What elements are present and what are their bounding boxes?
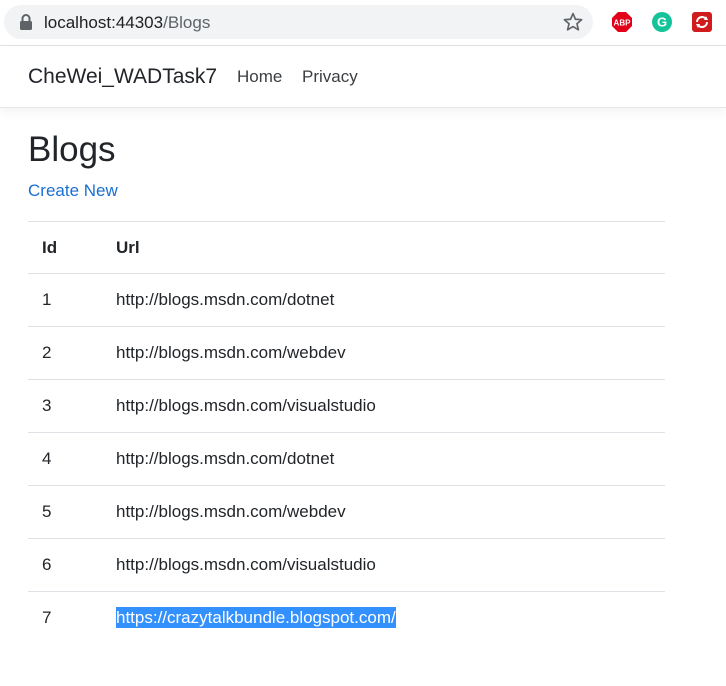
address-bar[interactable]: localhost:44303/Blogs (4, 5, 593, 39)
url-host: localhost:44303 (44, 13, 164, 32)
table-row: 3 http://blogs.msdn.com/visualstudio (28, 379, 665, 433)
table-header-row: Id Url (28, 221, 665, 274)
cell-url: http://blogs.msdn.com/visualstudio (102, 538, 665, 592)
browser-toolbar: localhost:44303/Blogs ABP G (0, 0, 726, 46)
nav-link-home[interactable]: Home (237, 67, 282, 87)
url-path: /Blogs (163, 13, 211, 32)
url-text[interactable]: localhost:44303/Blogs (44, 13, 210, 33)
table-row: 2 http://blogs.msdn.com/webdev (28, 326, 665, 380)
cell-url: http://blogs.msdn.com/dotnet (102, 432, 665, 486)
create-new-link[interactable]: Create New (28, 181, 118, 201)
cell-id: 2 (28, 326, 102, 380)
table-row: 1 http://blogs.msdn.com/dotnet (28, 273, 665, 327)
grammarly-extension-icon[interactable]: G (651, 11, 673, 33)
abp-extension-icon[interactable]: ABP (611, 11, 633, 33)
column-header-url: Url (102, 221, 665, 274)
abp-label: ABP (614, 19, 632, 28)
cell-url: http://blogs.msdn.com/visualstudio (102, 379, 665, 433)
cell-id: 1 (28, 273, 102, 327)
column-header-id: Id (28, 221, 102, 274)
blogs-table: Id Url 1 http://blogs.msdn.com/dotnet 2 … (28, 221, 665, 644)
page-title: Blogs (28, 130, 116, 169)
cell-id: 4 (28, 432, 102, 486)
star-icon[interactable] (562, 11, 584, 33)
cell-url: http://blogs.msdn.com/webdev (102, 485, 665, 539)
navbar-brand[interactable]: CheWei_WADTask7 (28, 65, 217, 89)
table-row: 4 http://blogs.msdn.com/dotnet (28, 432, 665, 486)
cell-id: 6 (28, 538, 102, 592)
table-row: 7 https://crazytalkbundle.blogspot.com/ (28, 591, 665, 644)
cell-id: 7 (28, 591, 102, 644)
lock-icon[interactable] (19, 14, 33, 30)
cell-id: 3 (28, 379, 102, 433)
table-row: 5 http://blogs.msdn.com/webdev (28, 485, 665, 539)
app-navbar: CheWei_WADTask7 Home Privacy (0, 46, 726, 108)
grammarly-label: G (657, 15, 667, 30)
cell-url: http://blogs.msdn.com/dotnet (102, 273, 665, 327)
nav-link-privacy[interactable]: Privacy (302, 67, 358, 87)
selected-url-text[interactable]: https://crazytalkbundle.blogspot.com/ (116, 607, 396, 628)
cell-id: 5 (28, 485, 102, 539)
table-row: 6 http://blogs.msdn.com/visualstudio (28, 538, 665, 592)
cell-url: http://blogs.msdn.com/webdev (102, 326, 665, 380)
cell-url[interactable]: https://crazytalkbundle.blogspot.com/ (102, 591, 665, 644)
red-extension-icon[interactable] (691, 11, 713, 33)
